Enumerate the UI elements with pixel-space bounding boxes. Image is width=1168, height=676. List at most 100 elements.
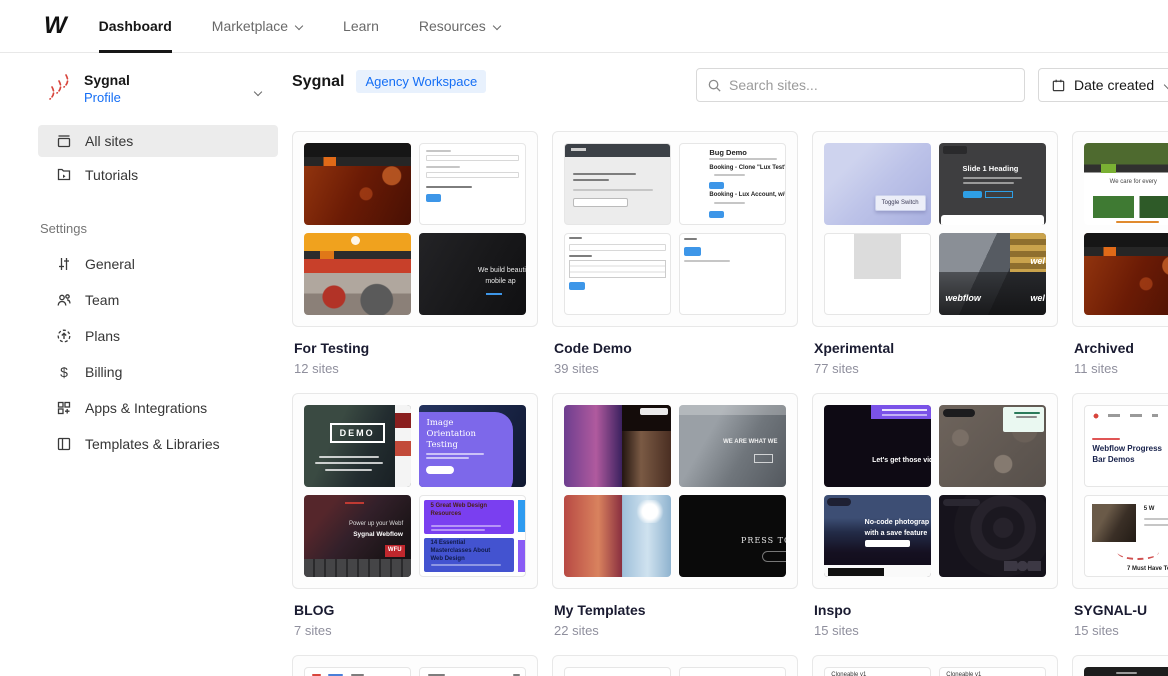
thumb-decor	[963, 182, 1014, 184]
site-thumbnail[interactable]: Slide 1 Heading	[939, 143, 1046, 225]
site-thumbnail[interactable]	[564, 143, 671, 225]
folder-thumbnails[interactable]: Let's get those vid No-code photograp wi…	[812, 393, 1058, 589]
thumb-headline: mobile ap	[485, 277, 515, 286]
site-thumbnail[interactable]: Power up your Webf Sygnal Webflow WFU	[304, 495, 411, 577]
site-thumbnail[interactable]	[304, 143, 411, 225]
thumb-headline: 5 W	[1144, 506, 1155, 514]
site-thumbnail[interactable]	[564, 233, 671, 315]
site-thumbnail[interactable]: Toggle Switch	[824, 143, 931, 225]
search-input[interactable]	[729, 77, 1014, 93]
site-thumbnail[interactable]	[679, 233, 786, 315]
tab-marketplace-label: Marketplace	[212, 18, 288, 34]
thumb-decor	[569, 255, 592, 257]
site-thumbnail[interactable]: DEMO	[304, 405, 411, 487]
site-thumbnail[interactable]: We care for every	[1084, 143, 1168, 225]
folder-thumbnails[interactable]: Cloneable v1 Cloneable v1	[812, 655, 1058, 676]
sidebar-item-label: All sites	[85, 133, 133, 149]
site-thumbnail[interactable]	[304, 233, 411, 315]
folder-thumbnails[interactable]: WE ARE WHAT WE PRESS TO S	[552, 393, 798, 589]
sidebar-item-billing[interactable]: $ Billing	[38, 354, 278, 390]
thumb-headline: 14 Essential Masterclasses About Web Des…	[431, 540, 503, 563]
sidebar-item-apps-integrations[interactable]: Apps & Integrations	[38, 390, 278, 426]
site-thumbnail[interactable]	[564, 667, 671, 676]
site-thumbnail[interactable]: WE ARE WHAT WE	[679, 405, 786, 487]
folder-thumbnails[interactable]: We care for every	[1072, 131, 1168, 327]
thumb-headline: wel	[1030, 256, 1045, 268]
site-thumbnail[interactable]: Bug Demo Booking - Clone "Lux Test" Acco…	[679, 143, 786, 225]
sidebar-item-plans[interactable]: Plans	[38, 318, 278, 354]
sort-dropdown[interactable]: Date created	[1038, 68, 1168, 102]
chevron-down-icon	[1164, 81, 1168, 89]
folder-site-count: 7 sites	[294, 623, 538, 638]
workspace-type-badge: Agency Workspace	[356, 70, 486, 93]
workspace-profile-link[interactable]: Profile	[84, 90, 130, 105]
site-thumbnail[interactable]: 5 W 7 Must Have To	[1084, 495, 1168, 577]
tab-resources[interactable]: Resources	[399, 0, 521, 52]
thumb-decor	[426, 186, 472, 188]
site-thumbnail[interactable]: Cloneable v1	[939, 667, 1046, 676]
site-thumbnail[interactable]: Webflow Progress Bar Demos	[1084, 405, 1168, 487]
chevron-down-icon	[493, 22, 501, 30]
workspace-switcher[interactable]: Sygnal Profile	[0, 54, 278, 105]
folder-thumbnails[interactable]	[292, 655, 538, 676]
site-thumbnail[interactable]: 5 Great Web Design Resources 14 Essentia…	[419, 495, 526, 577]
sidebar-item-all-sites[interactable]: All sites	[38, 125, 278, 157]
tab-dashboard[interactable]: Dashboard	[79, 0, 192, 52]
thumb-headline: Booking - Lux Account, w/Custom	[709, 192, 786, 200]
sidebar-item-general[interactable]: General	[38, 246, 278, 282]
site-thumbnail[interactable]	[564, 405, 671, 487]
folder-name: SYGNAL-U	[1074, 602, 1168, 618]
tab-learn[interactable]: Learn	[323, 0, 399, 52]
thumb-decor	[714, 202, 746, 204]
site-thumbnail[interactable]: We build beautif mobile ap	[419, 233, 526, 315]
sidebar-item-templates-libraries[interactable]: Templates & Libraries	[38, 426, 278, 462]
thumb-headline: PRESS TO S	[741, 536, 786, 546]
site-thumbnail[interactable]: Cloneable v1	[824, 667, 931, 676]
site-thumbnail[interactable]	[304, 667, 411, 676]
folder-grid: We build beautif mobile ap For Testing 1…	[292, 131, 1168, 676]
site-thumbnail[interactable]	[939, 495, 1046, 577]
thumb-blog-card: 14 Essential Masterclasses About Web Des…	[424, 538, 514, 572]
site-thumbnail[interactable]	[564, 495, 671, 577]
site-thumbnail[interactable]	[939, 405, 1046, 487]
folder-thumbnails[interactable]: DEMO Image Orientation Testing Power up …	[292, 393, 538, 589]
folder-card-xperimental: Toggle Switch Slide 1 Heading webflow we…	[812, 131, 1058, 376]
thumb-decor	[569, 260, 666, 278]
folder-thumbnails[interactable]: Webflow Progress Bar Demos 5 W 7 Must Ha…	[1072, 393, 1168, 589]
thumb-blog-card: 5 Great Web Design Resources	[424, 500, 514, 534]
site-thumbnail[interactable]	[824, 233, 931, 315]
folder-thumbnails[interactable]: We build beautif mobile ap	[292, 131, 538, 327]
thumb-decor	[1144, 524, 1168, 526]
thumb-badge: WFU	[385, 545, 405, 557]
chevron-down-icon	[254, 88, 262, 96]
thumb-headline: webflow	[945, 293, 981, 305]
site-thumbnail[interactable]: Image Orientation Testing	[419, 405, 526, 487]
folder-thumbnails[interactable]: Toggle Switch Slide 1 Heading webflow we…	[812, 131, 1058, 327]
site-thumbnail[interactable]: No-code photograp with a save feature	[824, 495, 931, 577]
tab-marketplace[interactable]: Marketplace	[192, 0, 323, 52]
folder-thumbnails[interactable]	[1072, 655, 1168, 676]
folder-site-count: 12 sites	[294, 361, 538, 376]
site-thumbnail[interactable]	[679, 667, 786, 676]
thumb-headline: Power up your Webf	[349, 521, 403, 529]
site-thumbnail[interactable]	[1084, 233, 1168, 315]
webflow-logo-icon[interactable]: W	[44, 0, 65, 52]
site-thumbnail[interactable]: PRESS TO S	[679, 495, 786, 577]
folder-thumbnails[interactable]: Bug Demo Booking - Clone "Lux Test" Acco…	[552, 131, 798, 327]
site-thumbnail[interactable]: webflow wel wel	[939, 233, 1046, 315]
site-thumbnail[interactable]	[1084, 667, 1168, 676]
site-thumbnail[interactable]: Let's get those vid	[824, 405, 931, 487]
tab-dashboard-label: Dashboard	[99, 18, 172, 34]
thumb-decor	[1092, 438, 1119, 440]
site-thumbnail[interactable]	[419, 667, 526, 676]
thumb-decor	[714, 174, 746, 176]
folder-site-count: 22 sites	[554, 623, 798, 638]
folder-thumbnails[interactable]	[552, 655, 798, 676]
site-thumbnail[interactable]	[419, 143, 526, 225]
sidebar-item-team[interactable]: Team	[38, 282, 278, 318]
thumb-headline: with a save feature	[865, 529, 928, 538]
thumb-decor	[1014, 412, 1040, 414]
thumb-decor	[315, 462, 383, 464]
sidebar-item-tutorials[interactable]: Tutorials	[38, 159, 278, 191]
dollar-icon: $	[56, 364, 72, 380]
